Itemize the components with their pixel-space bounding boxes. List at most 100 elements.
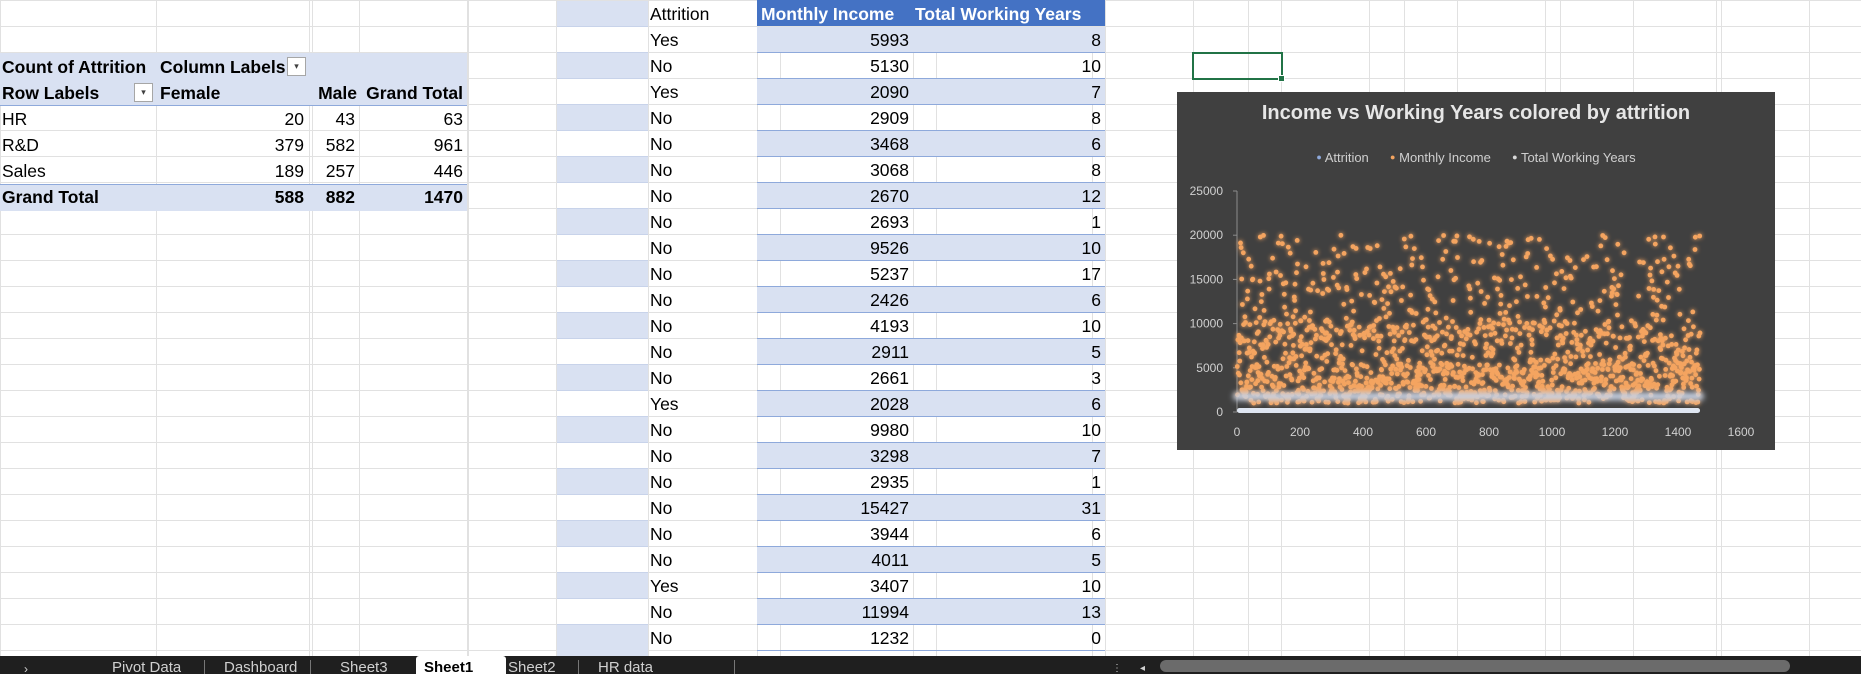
cell-attrition[interactable]: No — [648, 287, 756, 313]
cell-monthly-income[interactable]: 9526 — [757, 235, 911, 261]
pivot-grand-female[interactable]: 588 — [156, 184, 306, 210]
pivot-row-label[interactable]: Sales — [0, 158, 156, 184]
pivot-cell-female[interactable]: 379 — [156, 132, 306, 158]
cell-total-working-years[interactable]: 7 — [913, 443, 1103, 469]
cell-attrition[interactable]: No — [648, 131, 756, 157]
pivot-cell-total[interactable]: 961 — [359, 132, 465, 158]
table-index-cell[interactable] — [557, 183, 648, 209]
cell-total-working-years[interactable]: 6 — [913, 521, 1103, 547]
cell-attrition[interactable]: No — [648, 469, 756, 495]
cell-monthly-income[interactable]: 9980 — [757, 417, 911, 443]
table-index-cell[interactable] — [557, 443, 648, 469]
table-index-cell[interactable] — [557, 313, 648, 339]
tab-sheet1[interactable]: Sheet1 — [416, 656, 506, 674]
active-cell-selection[interactable] — [1192, 52, 1285, 82]
cell-monthly-income[interactable]: 5237 — [757, 261, 911, 287]
row-filter-dropdown-icon[interactable]: ▾ — [134, 83, 153, 102]
pivot-col-female[interactable]: Female — [158, 80, 308, 106]
table-index-cell[interactable] — [557, 131, 648, 157]
table-index-cell[interactable] — [557, 391, 648, 417]
table-index-cell[interactable] — [557, 573, 648, 599]
column-header-attrition[interactable]: Attrition — [648, 1, 756, 27]
table-index-cell[interactable] — [557, 53, 648, 79]
cell-attrition[interactable]: No — [648, 625, 756, 651]
cell-attrition[interactable]: No — [648, 417, 756, 443]
cell-monthly-income[interactable]: 15427 — [757, 495, 911, 521]
tab-dashboard[interactable]: Dashboard — [224, 659, 297, 674]
cell-attrition[interactable]: No — [648, 313, 756, 339]
table-index-cell[interactable] — [557, 105, 648, 131]
cell-attrition[interactable]: No — [648, 495, 756, 521]
horizontal-scrollbar[interactable] — [1160, 660, 1790, 672]
cell-attrition[interactable]: No — [648, 183, 756, 209]
table-index-cell[interactable] — [557, 339, 648, 365]
table-index-cell[interactable] — [557, 287, 648, 313]
cell-attrition[interactable]: No — [648, 235, 756, 261]
cell-monthly-income[interactable]: 3468 — [757, 131, 911, 157]
cell-total-working-years[interactable]: 6 — [913, 131, 1103, 157]
cell-attrition[interactable]: No — [648, 599, 756, 625]
scroll-tabs-right-icon[interactable]: › — [24, 660, 28, 675]
pivot-grand-total[interactable]: 1470 — [359, 184, 465, 210]
cell-total-working-years[interactable]: 10 — [913, 313, 1103, 339]
pivot-row-label[interactable]: R&D — [0, 132, 156, 158]
cell-total-working-years[interactable]: 13 — [913, 599, 1103, 625]
tab-sheet3[interactable]: Sheet3 — [340, 659, 388, 674]
cell-attrition[interactable]: Yes — [648, 573, 756, 599]
pivot-row-labels[interactable]: Row Labels — [0, 80, 156, 106]
tab-hr-data[interactable]: HR data — [598, 659, 653, 674]
cell-total-working-years[interactable]: 10 — [913, 53, 1103, 79]
pivot-col-grand-total[interactable]: Grand Total — [359, 80, 465, 106]
cell-monthly-income[interactable]: 2909 — [757, 105, 911, 131]
table-index-cell[interactable] — [557, 1, 648, 27]
table-index-cell[interactable] — [557, 547, 648, 573]
table-index-cell[interactable] — [557, 209, 648, 235]
cell-attrition[interactable]: No — [648, 105, 756, 131]
table-index-cell[interactable] — [557, 599, 648, 625]
cell-attrition[interactable]: No — [648, 339, 756, 365]
column-header-monthly-income[interactable]: Monthly Income — [759, 1, 913, 27]
pivot-cell-male[interactable]: 43 — [309, 106, 357, 132]
cell-attrition[interactable]: Yes — [648, 79, 756, 105]
table-index-cell[interactable] — [557, 521, 648, 547]
table-index-cell[interactable] — [557, 469, 648, 495]
cell-attrition[interactable]: No — [648, 443, 756, 469]
cell-total-working-years[interactable]: 10 — [913, 417, 1103, 443]
cell-total-working-years[interactable]: 10 — [913, 235, 1103, 261]
cell-total-working-years[interactable]: 17 — [913, 261, 1103, 287]
cell-total-working-years[interactable]: 3 — [913, 365, 1103, 391]
cell-attrition[interactable]: No — [648, 521, 756, 547]
cell-total-working-years[interactable]: 12 — [913, 183, 1103, 209]
cell-monthly-income[interactable]: 2090 — [757, 79, 911, 105]
cell-monthly-income[interactable]: 2426 — [757, 287, 911, 313]
cell-attrition[interactable]: Yes — [648, 391, 756, 417]
table-index-cell[interactable] — [557, 157, 648, 183]
cell-monthly-income[interactable]: 3298 — [757, 443, 911, 469]
scatter-chart[interactable]: Income vs Working Years colored by attri… — [1177, 92, 1775, 450]
cell-total-working-years[interactable]: 8 — [913, 27, 1103, 53]
table-index-cell[interactable] — [557, 417, 648, 443]
cell-total-working-years[interactable]: 8 — [913, 105, 1103, 131]
cell-monthly-income[interactable]: 3944 — [757, 521, 911, 547]
cell-attrition[interactable]: No — [648, 261, 756, 287]
column-filter-dropdown-icon[interactable]: ▾ — [287, 57, 306, 76]
table-index-cell[interactable] — [557, 79, 648, 105]
tab-pivot-data[interactable]: Pivot Data — [112, 659, 181, 674]
pivot-grand-male[interactable]: 882 — [309, 184, 357, 210]
cell-total-working-years[interactable]: 5 — [913, 547, 1103, 573]
pivot-cell-male[interactable]: 257 — [309, 158, 357, 184]
cell-total-working-years[interactable]: 31 — [913, 495, 1103, 521]
cell-attrition[interactable]: No — [648, 209, 756, 235]
table-index-cell[interactable] — [557, 625, 648, 656]
worksheet-area[interactable]: Count of Attrition Column Labels ▾ Row L… — [0, 0, 1861, 656]
cell-attrition[interactable]: Yes — [648, 27, 756, 53]
tab-sheet2[interactable]: Sheet2 — [508, 659, 556, 674]
table-index-cell[interactable] — [557, 261, 648, 287]
cell-total-working-years[interactable]: 1 — [913, 209, 1103, 235]
scroll-left-icon[interactable]: ◂ — [1140, 660, 1145, 675]
cell-monthly-income[interactable]: 2670 — [757, 183, 911, 209]
table-index-cell[interactable] — [557, 495, 648, 521]
table-index-cell[interactable] — [557, 27, 648, 53]
pivot-cell-total[interactable]: 63 — [359, 106, 465, 132]
cell-total-working-years[interactable]: 10 — [913, 573, 1103, 599]
